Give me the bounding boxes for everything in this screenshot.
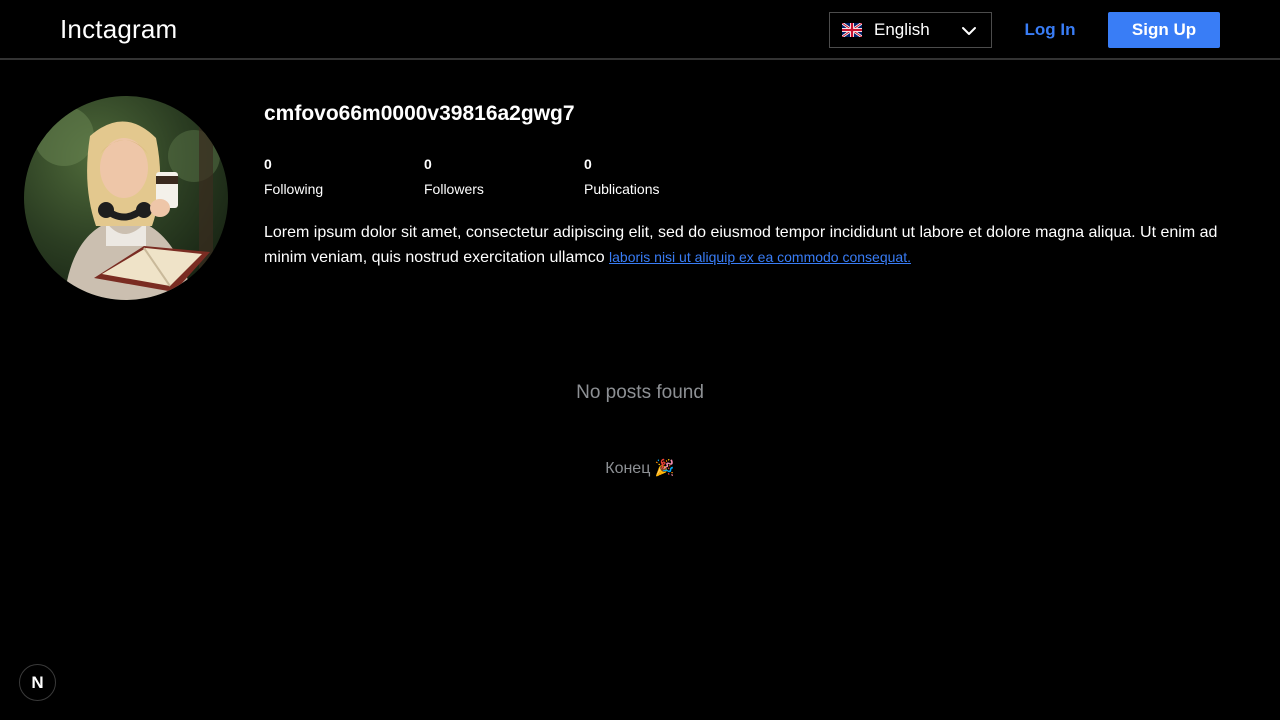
stat-following-value: 0: [264, 156, 272, 172]
app-logo[interactable]: Inctagram: [60, 14, 177, 45]
profile-username: cmfovo66m0000v39816a2gwg7: [264, 102, 575, 125]
stat-publications: 0 Publications: [584, 155, 734, 198]
stat-followers-value: 0: [424, 156, 432, 172]
stat-following[interactable]: 0 Following: [264, 155, 414, 198]
feed-end-message: Конец 🎉: [605, 460, 675, 477]
profile-bio: Lorem ipsum dolor sit amet, consectetur …: [264, 221, 1244, 270]
uk-flag-icon: [842, 23, 862, 37]
signup-button[interactable]: Sign Up: [1108, 12, 1220, 48]
stat-followers[interactable]: 0 Followers: [424, 155, 574, 198]
language-select[interactable]: English: [829, 12, 992, 48]
profile-avatar: [24, 96, 228, 300]
login-button[interactable]: Log In: [1008, 12, 1092, 48]
language-label: English: [874, 20, 930, 39]
stat-followers-label: Followers: [424, 181, 484, 197]
no-posts-message: No posts found: [576, 382, 704, 403]
avatar-photo: [24, 96, 228, 300]
stat-publications-value: 0: [584, 156, 592, 172]
chevron-down-icon: [962, 27, 976, 35]
top-header: Inctagram English Log In Sign Up: [0, 0, 1280, 60]
nextjs-dev-badge[interactable]: N: [19, 664, 56, 701]
bio-link[interactable]: laboris nisi ut aliquip ex ea commodo co…: [609, 249, 911, 265]
nextjs-logo-icon: N: [31, 672, 44, 692]
stat-following-label: Following: [264, 181, 324, 197]
stat-publications-label: Publications: [584, 181, 660, 197]
